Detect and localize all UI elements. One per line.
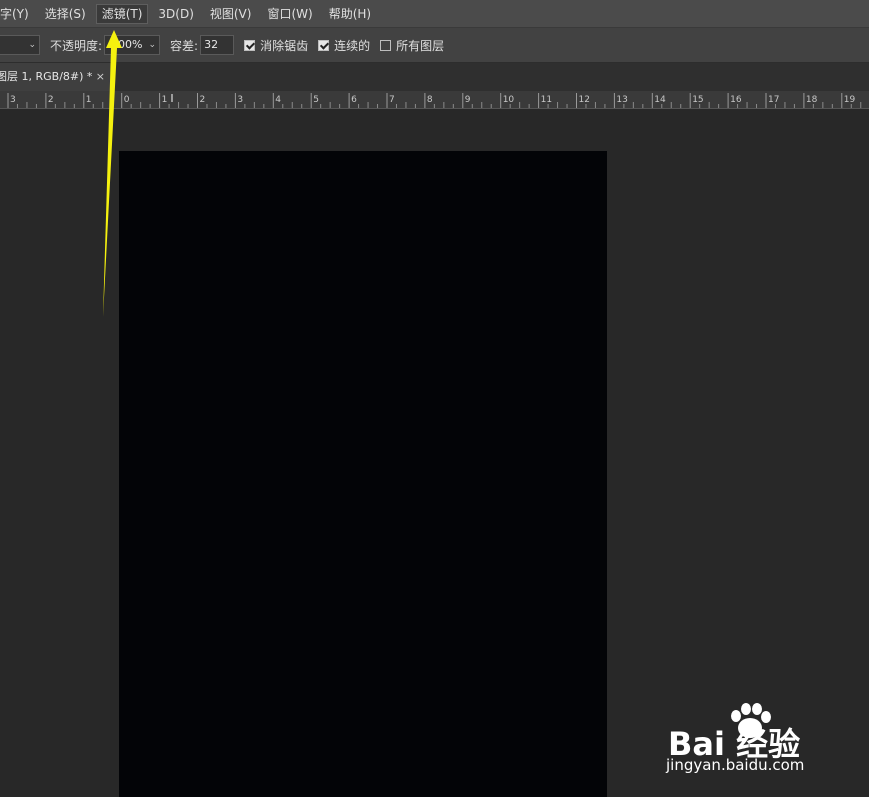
menu-item-filter[interactable]: 滤镜(T) [95,3,149,24]
ruler-tick-label: 15 [692,95,703,105]
ruler-tick-label: 2 [48,95,54,105]
ruler-tick-label: 12 [579,95,590,105]
ruler-tick-label: 4 [275,95,281,105]
watermark-url: jingyan.baidu.com [666,756,805,774]
contiguous-label: 连续的 [334,38,371,53]
document-tab-strip: 图层 1, RGB/8#) * × [0,63,869,91]
ruler-tick-label: 10 [503,95,515,105]
ruler-tick-label: 3 [237,95,243,105]
baidu-watermark: Bai 经验 jingyan.baidu.com [664,700,834,785]
tolerance-label: 容差: [170,38,199,53]
all-layers-checkbox[interactable] [380,39,392,51]
ruler-tick-label: 2 [200,95,206,105]
tolerance-input[interactable]: 32 [200,35,235,55]
ruler-tick-label: 9 [465,95,471,105]
all-layers-label: 所有图层 [396,38,445,53]
contiguous-checkbox[interactable] [318,39,330,51]
ruler-tick-label: 0 [124,95,130,105]
ruler-tick-label: 3 [10,95,16,105]
ruler-tick-label: 19 [844,95,856,105]
ruler-ticks: 3 2 1 0 1 2 3 4 5 6 7 8 9 10 11 12 13 14 15 16 17 18 19 [7,93,862,108]
ruler-tick-label: 6 [351,95,357,105]
photoshop-window: 字(Y) 选择(S) 滤镜(T) 3D(D) 视图(V) 窗口(W) 帮助(H)… [0,0,869,797]
menu-item-view[interactable]: 视图(V) [204,4,258,24]
chevron-down-icon: ⌄ [28,40,36,50]
ruler-tick-label: 11 [541,95,552,105]
ruler-tick-label: 5 [313,95,319,105]
antialias-label: 消除锯齿 [260,38,309,53]
workspace [0,109,869,797]
ruler-tick-label: 17 [768,95,779,105]
opacity-dropdown[interactable]: 100% ⌄ [104,35,161,55]
menu-item-help[interactable]: 帮助(H) [323,4,377,24]
opacity-label: 不透明度: [50,38,103,53]
ruler-tick-label: 8 [427,95,433,105]
document-tab[interactable]: 图层 1, RGB/8#) * × [0,63,112,91]
ruler-tick-label: 1 [86,95,92,105]
menu-bar: 字(Y) 选择(S) 滤镜(T) 3D(D) 视图(V) 窗口(W) 帮助(H) [0,0,869,28]
mode-dropdown[interactable]: ⌄ [0,35,40,55]
horizontal-ruler[interactable]: 3 2 1 0 1 2 3 4 5 6 7 8 9 10 11 12 13 14 15 16 17 18 19 [0,91,869,109]
opacity-value: 100% [111,38,143,51]
ruler-tick-label: 18 [806,95,818,105]
ruler-tick-label: 7 [389,95,395,105]
menu-item-3d[interactable]: 3D(D) [152,4,199,24]
menu-item-type[interactable]: 字(Y) [0,4,35,24]
menu-item-window[interactable]: 窗口(W) [261,4,318,24]
document-canvas[interactable] [119,151,607,797]
antialias-checkbox[interactable] [244,39,256,51]
options-bar: ⌄ 不透明度: 100% ⌄ 容差: 32 消除锯齿 连续的 所有图层 [0,28,869,63]
ruler-tick-label: 14 [654,95,666,105]
close-icon[interactable]: × [96,63,105,91]
menu-item-select[interactable]: 选择(S) [39,4,92,24]
chevron-down-icon: ⌄ [148,40,157,50]
ruler-tick-label: 13 [616,95,627,105]
document-tab-title: 图层 1, RGB/8#) * [0,70,93,83]
ruler-tick-label: 16 [730,95,742,105]
ruler-tick-label: 1 [162,95,168,105]
